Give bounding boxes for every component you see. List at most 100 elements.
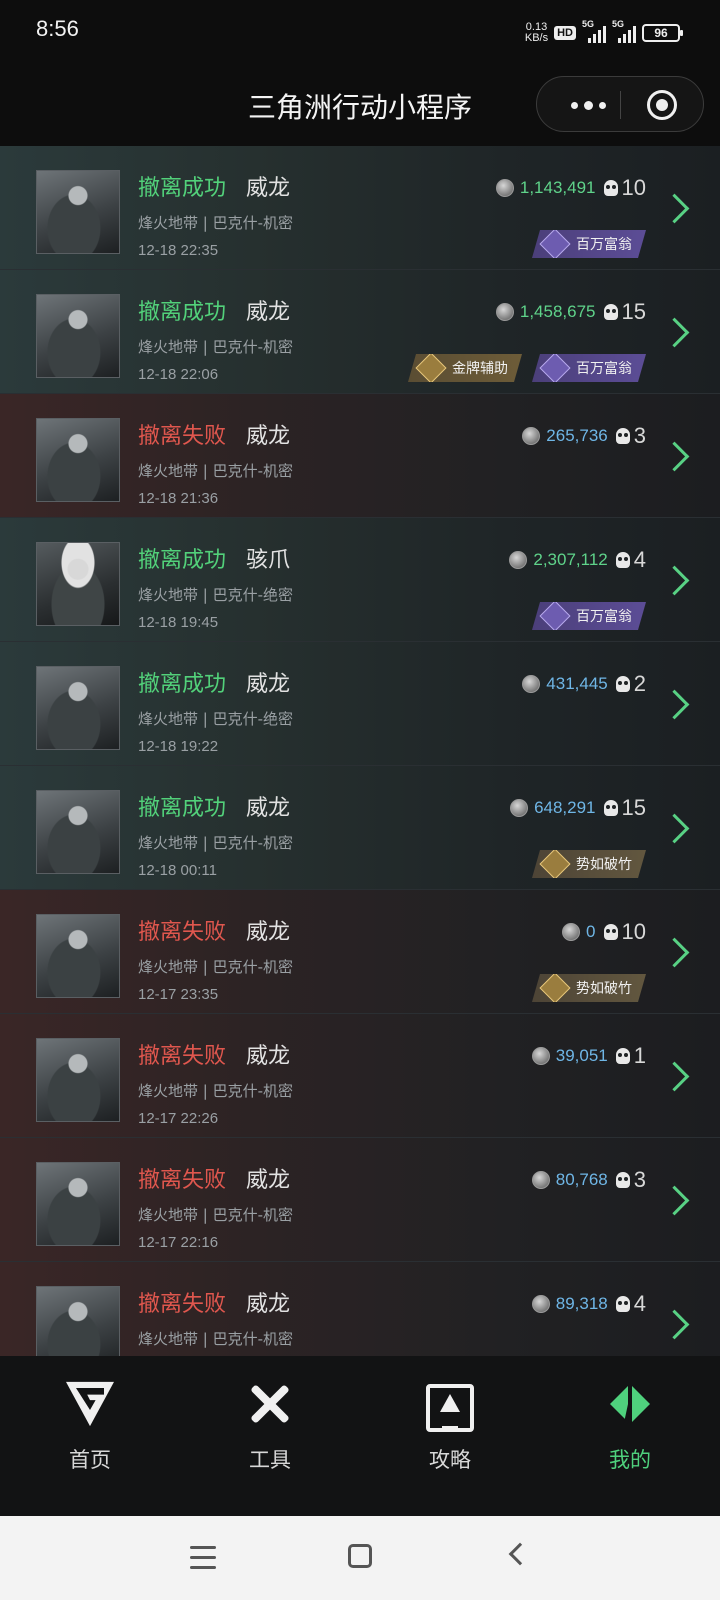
chevron-right-icon[interactable] [668,192,686,224]
chevron-right-icon[interactable] [668,1060,686,1092]
loot-value: 2,307,112 [533,550,608,569]
chevron-right-icon[interactable] [668,564,686,596]
map-info: 烽火地带 | 巴克什-机密 [138,214,294,232]
operator-avatar [36,790,120,874]
operator-name: 威龙 [246,796,291,821]
match-stats: 265,736 3 [522,422,646,450]
badge-label: 百万富翁 [576,609,632,625]
tab-guide[interactable]: 攻略 [360,1356,540,1516]
home-square-icon[interactable] [348,1544,372,1568]
badge-emblem-icon [415,352,446,383]
badge-emblem-icon [539,352,570,383]
bottom-tab-bar: 首页 工具 攻略 我的 [0,1356,720,1516]
loot-value: 0 [586,922,596,941]
coin-icon [522,427,541,445]
match-time: 12-17 22:26 [138,1110,219,1127]
match-time: 12-18 00:11 [138,862,217,879]
skull-icon [603,924,618,940]
match-record-row[interactable]: 撤离失败 威龙 烽火地带 | 巴克什-机密 12-17 22:26 39,051 1 [0,1014,720,1138]
tab-tools[interactable]: 工具 [180,1356,360,1516]
match-record-row[interactable]: 撤离成功 威龙 烽火地带 | 巴克什-机密 12-18 22:06 1,458,675 1… [0,270,720,394]
extraction-result: 撤离失败 [138,1044,227,1069]
chevron-right-icon[interactable] [668,440,686,472]
close-target-icon[interactable] [647,90,677,120]
net-speed: 0.13 KB/s [524,21,549,44]
match-record-row[interactable]: 撤离成功 威龙 烽火地带 | 巴克什-机密 12-18 00:11 648,291 15 势… [0,766,720,890]
coin-icon [509,551,528,569]
guide-monitor-icon [426,1384,474,1432]
badge-list: 百万富翁 [532,230,646,258]
loot-value: 431,445 [546,674,608,693]
more-dots-icon[interactable] [559,77,617,133]
operator-avatar [36,542,120,626]
badge-emblem-icon [539,228,570,259]
match-stats: 80,768 3 [531,1166,646,1194]
mini-program-capsule [536,76,704,132]
app-header: 三角洲行动小程序 [0,64,720,146]
kill-count: 15 [621,795,646,820]
chevron-right-icon[interactable] [668,936,686,968]
menu-icon[interactable] [190,1546,216,1569]
status-icons: 0.13 KB/s HD 5G 5G 96 [524,19,683,46]
operator-avatar [36,418,120,502]
extraction-result: 撤离成功 [138,672,227,697]
loot-value: 80,768 [555,1170,608,1189]
back-icon[interactable] [508,1542,532,1566]
signal-icon: 5G [612,19,636,43]
extraction-result: 撤离失败 [138,920,227,945]
match-record-row[interactable]: 撤离成功 骇爪 烽火地带 | 巴克什-绝密 12-18 19:45 2,307,112 4… [0,518,720,642]
battery-icon: 96 [642,24,683,42]
skull-icon [603,180,618,196]
skull-icon [603,800,618,816]
match-record-row[interactable]: 撤离失败 威龙 烽火地带 | 巴克什-机密 12-17 22:16 80,768 3 [0,1138,720,1262]
match-record-row[interactable]: 撤离失败 威龙 烽火地带 | 巴克什-机密 12-17 23:35 0 10 势如破竹 [0,890,720,1014]
loot-value: 39,051 [555,1046,608,1065]
loot-value: 648,291 [534,798,596,817]
kill-count: 10 [621,919,646,944]
home-logo-icon [66,1381,114,1427]
chevron-right-icon[interactable] [668,1308,686,1340]
kill-count: 15 [621,299,646,324]
system-nav-bar [0,1516,720,1600]
extraction-result: 撤离失败 [138,1168,227,1193]
match-record-row[interactable]: 撤离失败 威龙 烽火地带 | 巴克什-机密 12-18 21:36 265,736 3 [0,394,720,518]
chevron-right-icon[interactable] [668,812,686,844]
skull-icon [603,304,618,320]
map-info: 烽火地带 | 巴克什-机密 [138,1206,294,1224]
match-stats: 0 10 [562,918,646,946]
operator-name: 威龙 [246,176,291,201]
operator-avatar [36,666,120,750]
skull-icon [615,428,630,444]
match-record-row[interactable]: 撤离失败 威龙 烽火地带 | 巴克什-机密 89,318 4 [0,1262,720,1356]
operator-avatar [36,914,120,998]
kill-count: 3 [633,1167,646,1192]
match-stats: 1,143,491 10 [495,174,646,202]
kill-count: 10 [621,175,646,200]
tab-home[interactable]: 首页 [0,1356,180,1516]
match-stats: 648,291 15 [510,794,646,822]
extraction-result: 撤离成功 [138,176,227,201]
match-record-list[interactable]: 撤离成功 威龙 烽火地带 | 巴克什-机密 12-18 22:35 1,143,491 1… [0,146,720,1356]
match-stats: 1,458,675 15 [495,298,646,326]
badge-list: 金牌辅助 百万富翁 [408,354,646,382]
kill-count: 2 [633,671,646,696]
chevron-right-icon[interactable] [668,1184,686,1216]
profile-logo-icon [606,1380,654,1428]
coin-icon [562,923,581,941]
chevron-right-icon[interactable] [668,316,686,348]
map-info: 烽火地带 | 巴克什-机密 [138,1330,294,1348]
operator-name: 威龙 [246,1292,291,1317]
match-time: 12-17 22:16 [138,1234,219,1251]
tab-me[interactable]: 我的 [540,1356,720,1516]
achievement-badge: 百万富翁 [532,354,646,382]
match-record-row[interactable]: 撤离成功 威龙 烽火地带 | 巴克什-绝密 12-18 19:22 431,445 2 [0,642,720,766]
coin-icon [522,675,541,693]
match-stats: 89,318 4 [531,1290,646,1318]
badge-label: 百万富翁 [576,237,632,253]
chevron-right-icon[interactable] [668,688,686,720]
tab-label: 我的 [609,1448,651,1472]
operator-avatar [36,1038,120,1122]
achievement-badge: 金牌辅助 [408,354,522,382]
map-info: 烽火地带 | 巴克什-绝密 [138,710,294,728]
match-record-row[interactable]: 撤离成功 威龙 烽火地带 | 巴克什-机密 12-18 22:35 1,143,491 1… [0,146,720,270]
